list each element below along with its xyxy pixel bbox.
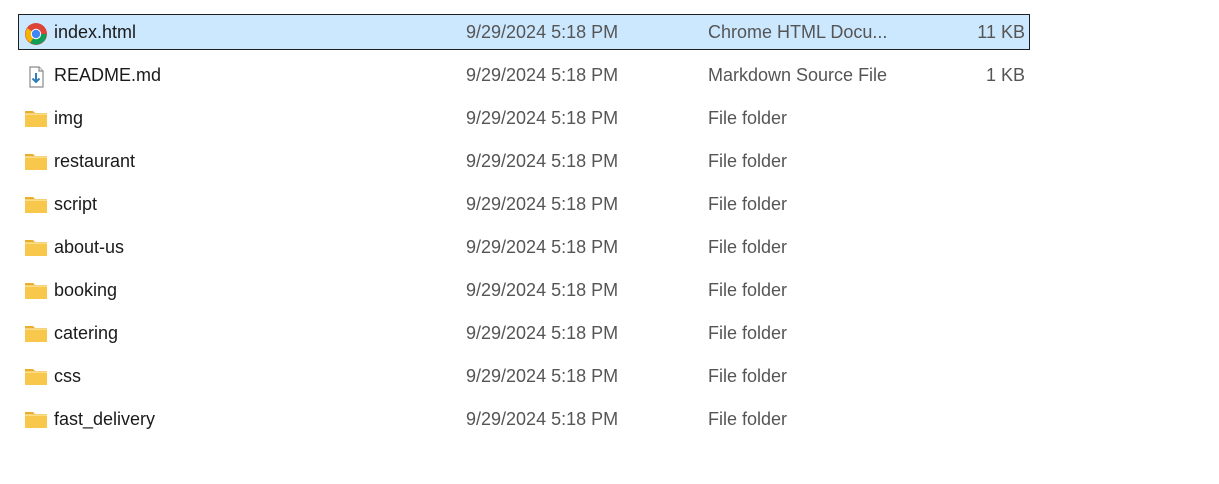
- file-date: 9/29/2024 5:18 PM: [466, 108, 619, 128]
- file-date: 9/29/2024 5:18 PM: [466, 237, 619, 257]
- file-type: File folder: [708, 108, 788, 128]
- file-name: script: [54, 194, 98, 214]
- file-date: 9/29/2024 5:18 PM: [466, 409, 619, 429]
- file-row-index-html[interactable]: index.html 9/29/2024 5:18 PM Chrome HTML…: [18, 14, 1030, 50]
- folder-icon: [24, 237, 48, 257]
- folder-icon: [24, 194, 48, 214]
- folder-icon: [24, 151, 48, 171]
- list-top-edge: [0, 0, 1219, 10]
- markdown-file-icon: [24, 65, 48, 88]
- folder-icon: [24, 323, 48, 343]
- file-type: File folder: [708, 409, 788, 429]
- folder-icon: [24, 366, 48, 386]
- file-size: [919, 144, 1025, 178]
- folder-row-booking[interactable]: booking 9/29/2024 5:18 PM File folder: [18, 272, 1030, 308]
- file-name: booking: [54, 280, 118, 300]
- folder-row-img[interactable]: img 9/29/2024 5:18 PM File folder: [18, 100, 1030, 136]
- file-type: File folder: [708, 237, 788, 257]
- file-date: 9/29/2024 5:18 PM: [466, 65, 619, 85]
- file-name: index.html: [54, 22, 137, 42]
- file-name: catering: [54, 323, 119, 343]
- file-size: [919, 101, 1025, 135]
- file-date: 9/29/2024 5:18 PM: [466, 280, 619, 300]
- file-list: index.html 9/29/2024 5:18 PM Chrome HTML…: [0, 0, 1219, 484]
- file-date: 9/29/2024 5:18 PM: [466, 22, 619, 42]
- folder-row-script[interactable]: script 9/29/2024 5:18 PM File folder: [18, 186, 1030, 222]
- folder-row-fast-delivery[interactable]: fast_delivery 9/29/2024 5:18 PM File fol…: [18, 401, 1030, 437]
- file-size: 1 KB: [985, 65, 1025, 85]
- file-date: 9/29/2024 5:18 PM: [466, 366, 619, 386]
- file-date: 9/29/2024 5:18 PM: [466, 151, 619, 171]
- file-type: File folder: [708, 280, 788, 300]
- file-type: File folder: [708, 194, 788, 214]
- file-row-readme-md[interactable]: README.md 9/29/2024 5:18 PM Markdown Sou…: [18, 57, 1030, 93]
- file-type: File folder: [708, 366, 788, 386]
- file-date: 9/29/2024 5:18 PM: [466, 323, 619, 343]
- file-name: about-us: [54, 237, 125, 257]
- folder-icon: [24, 280, 48, 300]
- file-name: img: [54, 108, 84, 128]
- folder-row-about-us[interactable]: about-us 9/29/2024 5:18 PM File folder: [18, 229, 1030, 265]
- chrome-icon: [24, 22, 48, 45]
- file-date: 9/29/2024 5:18 PM: [466, 194, 619, 214]
- file-name: README.md: [54, 65, 162, 85]
- file-name: css: [54, 366, 81, 386]
- folder-row-restaurant[interactable]: restaurant 9/29/2024 5:18 PM File folder: [18, 143, 1030, 179]
- file-size: [919, 273, 1025, 307]
- folder-row-css[interactable]: css 9/29/2024 5:18 PM File folder: [18, 358, 1030, 394]
- file-name: restaurant: [54, 151, 136, 171]
- file-type: File folder: [708, 323, 788, 343]
- file-size: [919, 316, 1025, 350]
- file-name: fast_delivery: [54, 409, 156, 429]
- file-size: [919, 359, 1025, 393]
- file-size: [919, 402, 1025, 436]
- folder-icon: [24, 409, 48, 429]
- folder-icon: [24, 108, 48, 128]
- file-type: Chrome HTML Docu...: [708, 22, 888, 42]
- folder-row-catering[interactable]: catering 9/29/2024 5:18 PM File folder: [18, 315, 1030, 351]
- file-size: [919, 230, 1025, 264]
- file-type: Markdown Source File: [708, 65, 888, 85]
- file-size: 11 KB: [977, 22, 1025, 42]
- file-type: File folder: [708, 151, 788, 171]
- file-size: [919, 187, 1025, 221]
